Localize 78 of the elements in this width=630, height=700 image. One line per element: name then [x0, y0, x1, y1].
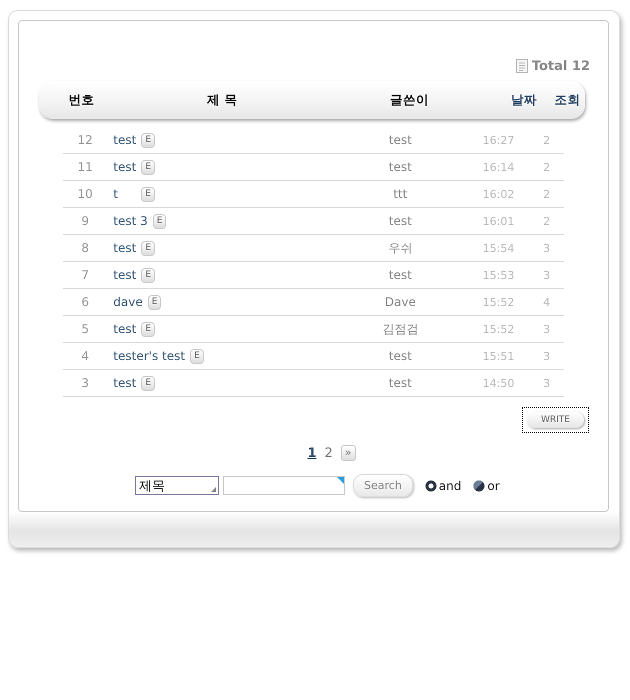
post-number: 4	[80, 349, 90, 363]
page-link[interactable]: 2	[324, 446, 333, 460]
column-header: 글쓴이	[389, 92, 430, 108]
search-input[interactable]	[223, 476, 345, 495]
post-number: 7	[80, 268, 90, 282]
post-time: 15:51	[482, 350, 516, 362]
author-name: Dave	[384, 295, 417, 309]
view-count: 2	[542, 134, 552, 146]
post-number: 6	[80, 295, 90, 309]
post-number: 11	[76, 160, 94, 174]
post-time: 14:50	[482, 376, 516, 390]
post-title-link[interactable]: test	[113, 160, 136, 174]
view-count: 2	[542, 188, 552, 200]
post-number: 5	[80, 322, 90, 336]
post-number: 8	[80, 241, 90, 255]
edit-badge[interactable]: E	[141, 132, 156, 148]
post-time: 16:01	[482, 214, 516, 228]
radio-label: or	[487, 478, 500, 492]
author-name: test	[388, 268, 413, 282]
post-number: 3	[80, 376, 90, 390]
document-icon	[516, 59, 528, 73]
author-name: test	[388, 349, 413, 363]
next-page-button[interactable]: »	[340, 445, 356, 461]
post-title-link[interactable]: tester's test	[113, 349, 186, 363]
post-title-link[interactable]: test	[113, 322, 136, 336]
view-count: 4	[542, 296, 552, 308]
author-name: test	[388, 214, 413, 228]
edit-badge[interactable]: E	[141, 240, 156, 256]
radio-button[interactable]	[424, 480, 437, 492]
author-name: test	[388, 160, 413, 174]
post-time: 16:27	[482, 134, 516, 146]
write-button[interactable]: WRITE	[522, 407, 589, 433]
edit-badge[interactable]: E	[152, 214, 166, 228]
post-time: 16:14	[482, 160, 516, 174]
author-name: 김점검	[381, 320, 420, 338]
post-title-link[interactable]: dave	[113, 295, 143, 309]
dropdown-corner-icon	[211, 487, 216, 492]
view-count: 3	[542, 322, 552, 336]
post-time: 15:52	[482, 322, 516, 336]
column-header: 제 목	[206, 92, 238, 108]
post-time: 15:52	[482, 296, 516, 308]
view-count: 3	[542, 376, 552, 390]
edit-badge[interactable]: E	[141, 268, 156, 282]
edit-badge[interactable]: E	[141, 322, 156, 336]
column-header: 번호	[67, 92, 96, 108]
edit-badge[interactable]: E	[148, 294, 162, 310]
view-count: 3	[542, 242, 552, 254]
post-title-link[interactable]: test	[113, 133, 136, 147]
post-time: 16:02	[482, 188, 516, 200]
post-title-link[interactable]: t	[113, 187, 136, 201]
post-number: 9	[80, 214, 90, 228]
post-number: 12	[76, 133, 94, 147]
post-title-link[interactable]: test 3	[113, 214, 148, 228]
view-count: 3	[542, 350, 552, 362]
edit-badge[interactable]: E	[141, 160, 156, 174]
search-field-select[interactable]: 제목	[135, 476, 219, 495]
author-name: 우쉬	[387, 240, 414, 256]
view-count: 2	[542, 214, 552, 228]
author-name: ttt	[392, 187, 408, 201]
edit-badge[interactable]: E	[190, 348, 204, 364]
post-number: 10	[76, 187, 94, 201]
edit-badge[interactable]: E	[141, 376, 156, 390]
post-time: 15:54	[482, 242, 516, 254]
edit-badge[interactable]: E	[141, 186, 155, 202]
view-count: 2	[542, 160, 552, 174]
author-name: test	[388, 376, 413, 390]
column-header[interactable]: 조회	[550, 92, 586, 108]
view-count: 3	[542, 268, 552, 282]
page-link[interactable]: 1	[307, 446, 317, 460]
column-header[interactable]: 날짜	[498, 92, 550, 108]
author-name: test	[388, 133, 413, 147]
post-time: 15:53	[482, 268, 516, 282]
radio-button[interactable]	[473, 480, 486, 492]
post-title-link[interactable]: test	[113, 241, 136, 255]
post-title-link[interactable]: test	[113, 268, 136, 282]
total-count: Total 12	[532, 58, 590, 74]
post-title-link[interactable]: test	[113, 376, 136, 390]
radio-label: and	[438, 478, 462, 492]
